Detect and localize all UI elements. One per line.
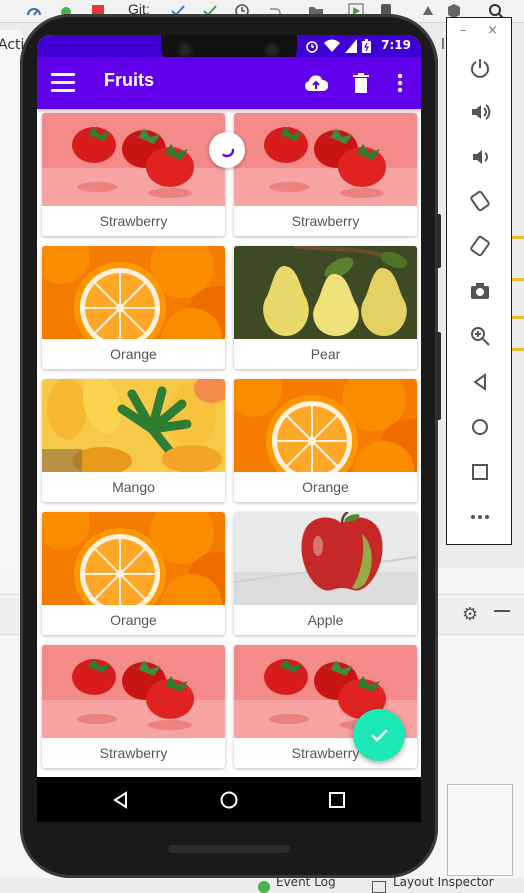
page-title: Fruits <box>104 70 155 90</box>
strawberry-image <box>42 645 225 738</box>
orange-image <box>42 246 225 339</box>
emulator-control-panel: – × <box>446 17 512 545</box>
fruit-label: Strawberry <box>99 213 168 229</box>
sdk-icon[interactable] <box>420 3 436 19</box>
back-icon <box>473 373 486 391</box>
fruit-label: Strawberry <box>291 213 360 229</box>
fruit-grid: Strawberry Strawberry Orange Pear Mango … <box>37 109 421 777</box>
ide-left-panel <box>0 30 22 590</box>
fruit-label: Orange <box>110 612 157 628</box>
settings-gear-icon[interactable]: ⚙ <box>462 604 478 625</box>
mango-image <box>42 379 225 472</box>
rotate-right-button[interactable] <box>467 233 493 259</box>
fruit-label: Pear <box>310 346 341 362</box>
delete-button[interactable] <box>348 70 374 96</box>
screenshot-button[interactable] <box>467 278 493 304</box>
menu-icon[interactable] <box>51 73 75 93</box>
back-icon <box>113 791 127 809</box>
camera-icon <box>471 283 489 299</box>
volume-up-button[interactable] <box>467 99 493 125</box>
rotate-right-icon <box>470 235 490 257</box>
front-camera-2 <box>264 42 280 58</box>
ide-status-bar: Event Log Layout Inspector <box>0 875 524 893</box>
fruit-card-orange[interactable]: Orange <box>42 246 225 369</box>
volume-up-icon <box>472 104 491 120</box>
nav-recents-button[interactable] <box>325 788 349 812</box>
wifi-icon <box>324 39 340 52</box>
fruit-card-orange[interactable]: Orange <box>234 379 417 502</box>
phone-power-key <box>436 214 441 268</box>
power-button[interactable] <box>467 55 493 81</box>
ide-right-tab[interactable]: l <box>441 37 445 53</box>
upload-button[interactable] <box>303 70 329 96</box>
zoom-button[interactable] <box>467 323 493 349</box>
strawberry-image <box>42 113 225 206</box>
nav-back-button[interactable] <box>109 788 133 812</box>
cloud-upload-icon <box>305 75 328 91</box>
fruit-card-pear[interactable]: Pear <box>234 246 417 369</box>
fruit-card-apple[interactable]: Apple <box>234 512 417 635</box>
loading-spinner-icon <box>222 148 235 158</box>
overflow-menu-button[interactable] <box>387 70 413 96</box>
fruit-card-orange[interactable]: Orange <box>42 512 225 635</box>
layout-inspector-icon <box>372 881 386 893</box>
apple-image <box>234 512 417 605</box>
nav-home-button[interactable] <box>217 788 241 812</box>
emu-more-button[interactable] <box>467 504 493 530</box>
fruit-card-mango[interactable]: Mango <box>42 379 225 502</box>
pear-image <box>234 246 417 339</box>
strawberry-image <box>234 113 417 206</box>
ide-preview-box <box>447 784 513 876</box>
more-icon <box>471 515 489 519</box>
fruit-card-strawberry[interactable]: Strawberry <box>42 113 225 236</box>
fruit-label: Mango <box>112 479 155 495</box>
speedometer-icon[interactable] <box>26 3 42 19</box>
alarm-icon <box>306 41 318 53</box>
emu-overview-button[interactable] <box>467 459 493 485</box>
orange-image <box>42 512 225 605</box>
home-icon <box>220 791 238 809</box>
fruit-label: Orange <box>302 479 349 495</box>
emu-back-button[interactable] <box>467 369 493 395</box>
minimize-button[interactable]: – <box>460 23 467 38</box>
system-nav-bar <box>37 777 421 822</box>
check-icon <box>371 729 388 742</box>
zoom-icon <box>471 327 490 346</box>
orange-image <box>234 379 417 472</box>
recents-icon <box>329 792 345 808</box>
fruit-label: Strawberry <box>99 745 168 761</box>
emu-home-button[interactable] <box>467 414 493 440</box>
overview-icon <box>472 464 488 480</box>
confirm-fab[interactable] <box>353 709 405 761</box>
status-icons <box>305 39 371 53</box>
signal-icon <box>345 39 357 53</box>
delete-icon <box>353 73 369 93</box>
phone-volume-key <box>436 332 441 420</box>
more-vert-icon <box>397 73 403 93</box>
power-icon <box>471 59 489 78</box>
battery-icon <box>362 39 371 53</box>
app-bar: Fruits <box>37 57 421 109</box>
fruit-card-strawberry[interactable]: Strawberry <box>42 645 225 768</box>
rotate-left-button[interactable] <box>467 188 493 214</box>
home-icon <box>472 419 488 435</box>
event-log-icon <box>258 881 270 893</box>
refresh-indicator <box>209 132 245 168</box>
volume-down-button[interactable] <box>467 144 493 170</box>
fruit-card-strawberry[interactable]: Strawberry <box>234 113 417 236</box>
status-time: 7:19 <box>381 38 411 52</box>
layout-inspector-label[interactable]: Layout Inspector <box>393 875 494 889</box>
hide-panel-icon[interactable] <box>494 610 510 612</box>
ide-right-markers <box>512 230 524 351</box>
bottom-speaker <box>168 845 290 853</box>
fruit-label: Apple <box>307 612 344 628</box>
rotate-left-icon <box>470 190 490 212</box>
volume-down-icon <box>473 150 488 164</box>
fruit-label: Orange <box>110 346 157 362</box>
close-button[interactable]: × <box>487 23 498 38</box>
front-camera <box>177 42 193 58</box>
